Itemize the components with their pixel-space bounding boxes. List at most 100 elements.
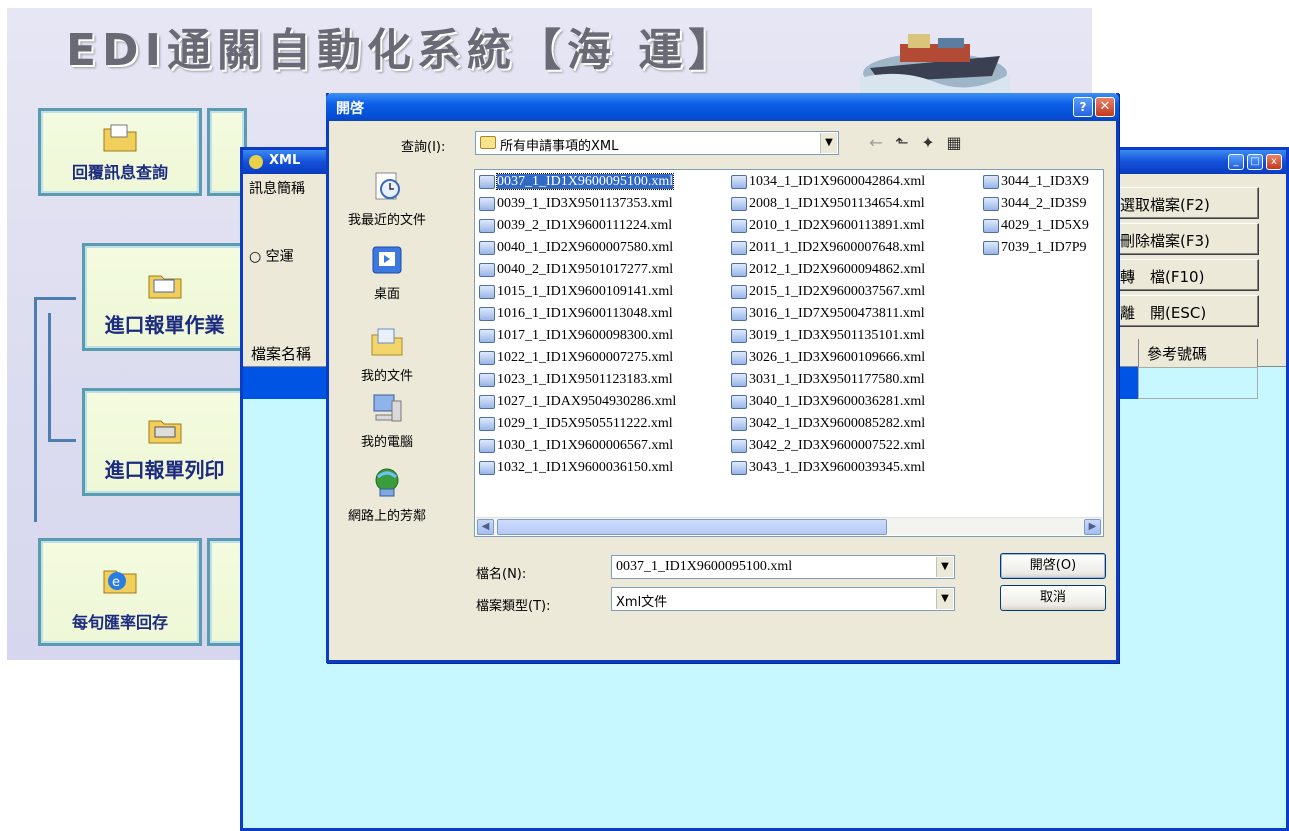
file-item[interactable]: 3044_1_ID3X9 xyxy=(981,172,1103,194)
view-menu-icon[interactable]: ▦ xyxy=(943,133,965,153)
file-item[interactable]: 3043_1_ID3X9600039345.xml xyxy=(729,458,975,480)
file-item[interactable]: 1027_1_IDAX9504930286.xml xyxy=(477,392,723,414)
file-item[interactable]: 0040_2_ID1X9501017277.xml xyxy=(477,260,723,282)
file-item-label: 2015_1_ID2X9600037567.xml xyxy=(749,284,926,299)
chevron-down-icon[interactable]: ▼ xyxy=(820,133,837,153)
exchange-rate-button[interactable]: e 每旬匯率回存 xyxy=(38,538,202,646)
file-item[interactable]: 1022_1_ID1X9600007275.xml xyxy=(477,348,723,370)
select-file-button[interactable]: 選取檔案(F2) xyxy=(1111,187,1259,219)
dialog-title: 開啓 xyxy=(336,101,364,117)
xml-file-icon xyxy=(731,175,747,189)
xml-file-icon xyxy=(983,219,999,233)
xml-file-icon xyxy=(479,373,495,387)
xml-file-icon xyxy=(983,241,999,255)
file-item[interactable]: 3031_1_ID3X9501177580.xml xyxy=(729,370,975,392)
file-item[interactable]: 1034_1_ID1X9600042864.xml xyxy=(729,172,975,194)
file-item[interactable]: 0039_2_ID1X9600111224.xml xyxy=(477,216,723,238)
file-item[interactable]: 2015_1_ID2X9600037567.xml xyxy=(729,282,975,304)
file-item[interactable]: 3042_2_ID3X9600007522.xml xyxy=(729,436,975,458)
file-item-label: 2011_1_ID2X9600007648.xml xyxy=(749,240,925,255)
scroll-left-icon[interactable]: ◀ xyxy=(477,519,494,535)
file-item[interactable]: 3040_1_ID3X9600036281.xml xyxy=(729,392,975,414)
file-item[interactable]: 3016_1_ID7X9500473811.xml xyxy=(729,304,975,326)
file-item[interactable]: 3042_1_ID3X9600085282.xml xyxy=(729,414,975,436)
open-button[interactable]: 開啓(O) xyxy=(1000,553,1106,579)
minimize-icon[interactable]: _ xyxy=(1228,154,1244,170)
file-item[interactable]: 1032_1_ID1X9600036150.xml xyxy=(477,458,723,480)
file-item-label: 0037_1_ID1X9600095100.xml xyxy=(495,173,675,190)
delete-file-button[interactable]: 刪除檔案(F3) xyxy=(1111,223,1259,255)
xml-file-icon xyxy=(731,417,747,431)
place-my-computer[interactable]: 我的電腦 xyxy=(347,391,427,450)
file-item[interactable]: 1016_1_ID1X9600113048.xml xyxy=(477,304,723,326)
file-item[interactable]: 4029_1_ID5X9 xyxy=(981,216,1103,238)
file-item-label: 3042_1_ID3X9600085282.xml xyxy=(749,416,926,431)
xml-file-icon xyxy=(479,219,495,233)
file-item[interactable]: 3044_2_ID3S9 xyxy=(981,194,1103,216)
file-item[interactable]: 1029_1_ID5X9505511222.xml xyxy=(477,414,723,436)
place-network[interactable]: 網路上的芳鄰 xyxy=(347,465,427,524)
reply-query-button[interactable]: 回覆訊息查詢 xyxy=(38,108,202,196)
computer-icon xyxy=(373,394,402,422)
place-my-documents[interactable]: 我的文件 xyxy=(347,325,427,384)
xml-file-icon xyxy=(731,263,747,277)
open-file-dialog: 開啓 ? ✕ 查詢(I): 所有申請事項的XML ▼ ← ⬑ ✦ ▦ 我最近的文… xyxy=(326,93,1119,663)
help-icon[interactable]: ? xyxy=(1073,97,1093,117)
look-in-dropdown[interactable]: 所有申請事項的XML ▼ xyxy=(475,131,839,155)
file-item[interactable]: 7039_1_ID7P9 xyxy=(981,238,1103,260)
chevron-down-icon[interactable]: ▼ xyxy=(936,589,953,609)
file-list[interactable]: 0037_1_ID1X9600095100.xml 0039_1_ID3X9501… xyxy=(474,169,1104,537)
xml-file-icon xyxy=(479,395,495,409)
file-item[interactable]: 2008_1_ID1X9501134654.xml xyxy=(729,194,975,216)
column-filename[interactable]: 檔案名稱 xyxy=(251,343,311,364)
file-item[interactable]: 0037_1_ID1X9600095100.xml xyxy=(477,172,723,194)
back-arrow-icon[interactable]: ← xyxy=(865,133,887,153)
file-item[interactable]: 1017_1_ID1X9600098300.xml xyxy=(477,326,723,348)
exchange-rate-label: 每旬匯率回存 xyxy=(71,613,168,632)
place-recent[interactable]: 我最近的文件 xyxy=(347,169,427,228)
file-item-label: 3031_1_ID3X9501177580.xml xyxy=(749,372,925,387)
file-item-label: 3044_1_ID3X9 xyxy=(1001,174,1089,189)
file-item[interactable]: 0039_1_ID3X9501137353.xml xyxy=(477,194,723,216)
maximize-icon[interactable]: □ xyxy=(1247,154,1263,170)
radio-air[interactable]: ○ 空運 xyxy=(249,246,294,266)
horizontal-scrollbar[interactable]: ◀ ▶ xyxy=(476,517,1102,535)
cancel-button[interactable]: 取消 xyxy=(1000,585,1106,611)
file-item[interactable]: 1030_1_ID1X9600006567.xml xyxy=(477,436,723,458)
file-item[interactable]: 3026_1_ID3X9600109666.xml xyxy=(729,348,975,370)
chevron-down-icon[interactable]: ▼ xyxy=(936,557,953,577)
column-reference[interactable]: 參考號碼 xyxy=(1138,339,1258,367)
file-item-label: 3016_1_ID7X9500473811.xml xyxy=(749,306,925,321)
file-item[interactable]: 3019_1_ID3X9501135101.xml xyxy=(729,326,975,348)
convert-button[interactable]: 轉 檔(F10) xyxy=(1111,259,1259,291)
import-print-button[interactable]: 進口報單列印 xyxy=(82,388,247,496)
folder-icon xyxy=(103,124,137,152)
flow-arrow xyxy=(48,439,76,442)
new-folder-icon[interactable]: ✦ xyxy=(917,133,939,153)
scroll-right-icon[interactable]: ▶ xyxy=(1084,519,1101,535)
file-item-label: 0039_1_ID3X9501137353.xml xyxy=(497,196,673,211)
file-type-select[interactable]: Xml文件 ▼ xyxy=(611,587,955,611)
network-icon xyxy=(375,468,399,497)
file-item[interactable]: 0040_1_ID2X9600007580.xml xyxy=(477,238,723,260)
close-icon[interactable]: x xyxy=(1266,154,1282,170)
up-folder-icon[interactable]: ⬑ xyxy=(891,133,913,153)
import-declaration-button[interactable]: 進口報單作業 xyxy=(82,243,247,351)
file-item[interactable]: 2011_1_ID2X9600007648.xml xyxy=(729,238,975,260)
file-item[interactable]: 2012_1_ID2X9600094862.xml xyxy=(729,260,975,282)
xml-file-icon xyxy=(479,417,495,431)
close-icon[interactable]: ✕ xyxy=(1095,97,1115,117)
dialog-titlebar: 開啓 ? ✕ xyxy=(326,93,1119,121)
file-item[interactable]: 2010_1_ID2X9600113891.xml xyxy=(729,216,975,238)
file-name-input[interactable]: 0037_1_ID1X9600095100.xml ▼ xyxy=(611,555,955,579)
exit-button[interactable]: 離 開(ESC) xyxy=(1111,295,1259,327)
file-column-1: 0037_1_ID1X9600095100.xml 0039_1_ID3X9501… xyxy=(477,172,723,480)
file-name-label: 檔名(N): xyxy=(476,567,527,582)
place-desktop-label: 桌面 xyxy=(373,287,400,302)
xml-file-icon xyxy=(479,329,495,343)
file-item-label: 0040_2_ID1X9501017277.xml xyxy=(497,262,674,277)
scrollbar-thumb[interactable] xyxy=(497,519,887,535)
file-item[interactable]: 1015_1_ID1X9600109141.xml xyxy=(477,282,723,304)
place-desktop[interactable]: 桌面 xyxy=(347,243,427,302)
file-item[interactable]: 1023_1_ID1X9501123183.xml xyxy=(477,370,723,392)
